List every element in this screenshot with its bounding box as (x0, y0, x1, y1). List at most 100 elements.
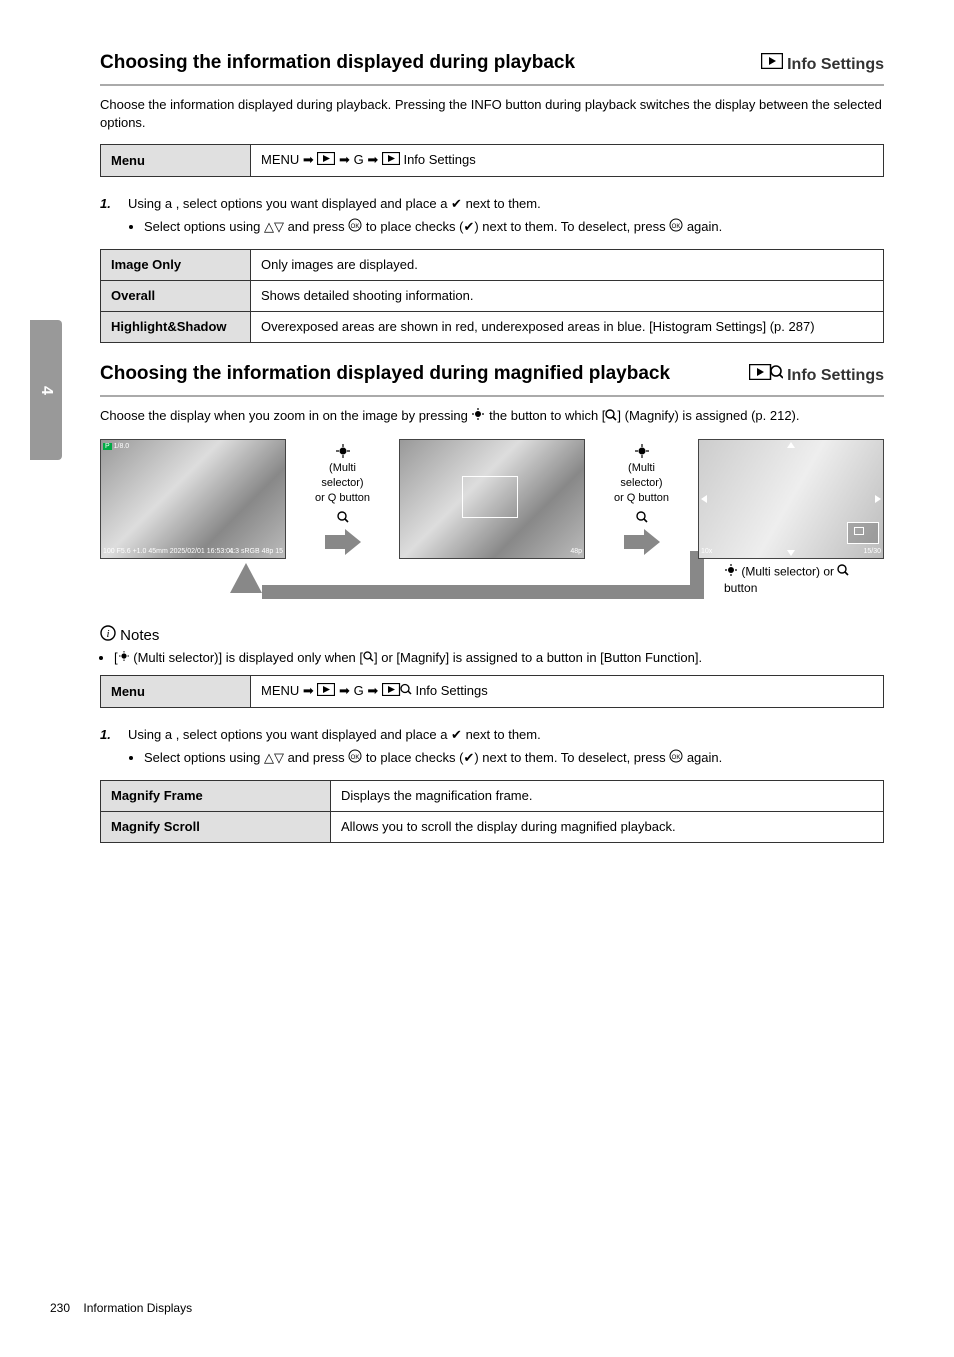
check-icon: ✔ (463, 750, 474, 765)
table-row: Overall Shows detailed shooting informat… (101, 281, 884, 312)
nav2-label: Menu (101, 676, 251, 708)
ok-icon: OK (669, 218, 683, 237)
options-table-1: Image Only Only images are displayed. Ov… (100, 249, 884, 344)
nav2-path: MENU ➡ ➡ G ➡ Info Settings (251, 676, 884, 708)
footer-section: Information Displays (83, 1301, 192, 1315)
shot1-br: 4:3 sRGB 48p 15 (229, 548, 283, 556)
divider (100, 395, 884, 397)
ok-icon: OK (669, 749, 683, 768)
section1-para: Choose the information displayed during … (100, 96, 884, 132)
nav1-path: MENU ➡ ➡ G ➡ Info Settings (251, 145, 884, 177)
opt1-1-label: Overall (101, 281, 251, 312)
arrow-2: (Multi selector) or Q button (614, 439, 670, 557)
screenshot-normal: P 1/8.0 100 F5.6 +1.0 45mm 2025/02/01 16… (100, 439, 286, 559)
nav1-label: Menu (101, 145, 251, 177)
notes-block: i Notes [ (Multi selector)] is displayed… (100, 625, 884, 668)
check-icon: ✔ (451, 726, 462, 744)
arrow-right-icon: ➡ (339, 152, 354, 167)
manual-page: 4 Choosing the information displayed dur… (0, 0, 954, 1357)
screenshot-zoom: 10x 15/30 (698, 439, 884, 559)
multi-selector-icon (724, 563, 738, 582)
table-row: Magnify Scroll Allows you to scroll the … (101, 811, 884, 842)
arrow2-a: (Multi selector) (614, 461, 670, 492)
magnify-icon (636, 507, 648, 525)
section2-para: Choose the display when you zoom in on t… (100, 407, 884, 426)
table-row: Highlight&Shadow Overexposed areas are s… (101, 312, 884, 343)
shot1-bl: 100 F5.6 +1.0 45mm 2025/02/01 16:53:01 (103, 548, 234, 556)
nav1-path1: MENU (261, 152, 299, 167)
step1-num: 1. (100, 195, 128, 237)
options-table-2: Magnify Frame Displays the magnification… (100, 780, 884, 843)
arrow-right-icon: ➡ (303, 152, 318, 167)
section2-subtitle-text: Info Settings (787, 367, 884, 384)
step2: 1. Using a , select options you want dis… (100, 726, 884, 768)
return-label: (Multi selector) or button (724, 563, 884, 597)
shot2-br: 48p (570, 548, 582, 556)
section1-subtitle-text: Info Settings (787, 56, 884, 73)
magnify-icon (337, 507, 349, 525)
opt1-2-desc: Overexposed areas are shown in red, unde… (251, 312, 884, 343)
arrow1-a: (Multi selector) (315, 461, 371, 492)
section-number-tab: 4 (30, 320, 62, 460)
nav-path-table-2: Menu MENU ➡ ➡ G ➡ Info Settings (100, 675, 884, 708)
nav1-path3: Info Settings (403, 152, 475, 167)
opt1-0-desc: Only images are displayed. (251, 249, 884, 280)
step1: 1. Using a , select options you want dis… (100, 195, 884, 237)
screenshot-frame: 48p (399, 439, 585, 559)
multi-selector-icon (118, 649, 130, 667)
play-box-icon (761, 53, 783, 76)
nav2-path3: Info Settings (415, 683, 487, 698)
svg-text:OK: OK (672, 224, 681, 230)
opt1-2-label: Highlight&Shadow (101, 312, 251, 343)
svg-text:OK: OK (351, 224, 360, 230)
magnify-icon (363, 649, 374, 667)
arrow-right-icon (624, 529, 660, 555)
play-zoom-icon (382, 683, 412, 701)
step2-detail: Select options using △▽ and press OK to … (144, 749, 884, 768)
opt2-1-desc: Allows you to scroll the display during … (331, 811, 884, 842)
step1-text: Using a , select options you want displa… (128, 195, 884, 214)
arrow-right-icon: ➡ (367, 152, 382, 167)
play-box-icon (317, 152, 335, 170)
multi-selector-icon (335, 439, 351, 461)
notes-item: [ (Multi selector)] is displayed only wh… (114, 649, 884, 668)
page-footer: 230 Information Displays (50, 1300, 192, 1317)
shot1-tl: P 1/8.0 (103, 442, 129, 452)
return-bar (271, 585, 690, 599)
arrow-up-icon (230, 563, 262, 593)
table-row: Magnify Frame Displays the magnification… (101, 780, 884, 811)
minimap (847, 522, 879, 544)
magnify-icon (837, 564, 849, 581)
step1-detail: Select options using △▽ and press OK to … (144, 218, 884, 237)
page-number: 230 (50, 1301, 70, 1315)
svg-text:OK: OK (351, 755, 360, 761)
step2-text: Using a , select options you want displa… (128, 726, 884, 745)
arrow-right-icon: ➡ (367, 683, 382, 698)
playback-flow: P 1/8.0 100 F5.6 +1.0 45mm 2025/02/01 16… (100, 439, 884, 559)
notes-title: i Notes (100, 625, 884, 647)
opt2-0-desc: Displays the magnification frame. (331, 780, 884, 811)
nav2-path1: MENU (261, 683, 299, 698)
table-row: Image Only Only images are displayed. (101, 249, 884, 280)
arrow-right-icon (325, 529, 361, 555)
play-box-icon (382, 152, 400, 170)
opt1-0-label: Image Only (101, 249, 251, 280)
play-box-icon (317, 683, 335, 701)
ok-icon: OK (348, 218, 362, 237)
arrow-right-icon: ➡ (339, 683, 354, 698)
divider (100, 84, 884, 86)
svg-text:OK: OK (672, 755, 681, 761)
opt2-1-label: Magnify Scroll (101, 811, 331, 842)
step2-num: 1. (100, 726, 128, 768)
multi-selector-icon (634, 439, 650, 461)
check-icon: ✔ (463, 219, 474, 234)
check-icon: ✔ (451, 195, 462, 213)
nav1-path2: G (354, 152, 364, 167)
info-icon: i (100, 625, 116, 647)
magnify-icon (605, 408, 617, 426)
play-zoom-icon (749, 364, 783, 387)
arrow1-b: or Q button (315, 492, 370, 504)
opt1-1-desc: Shows detailed shooting information. (251, 281, 884, 312)
return-arrow-row: (Multi selector) or button (230, 563, 884, 599)
ok-icon: OK (348, 749, 362, 768)
